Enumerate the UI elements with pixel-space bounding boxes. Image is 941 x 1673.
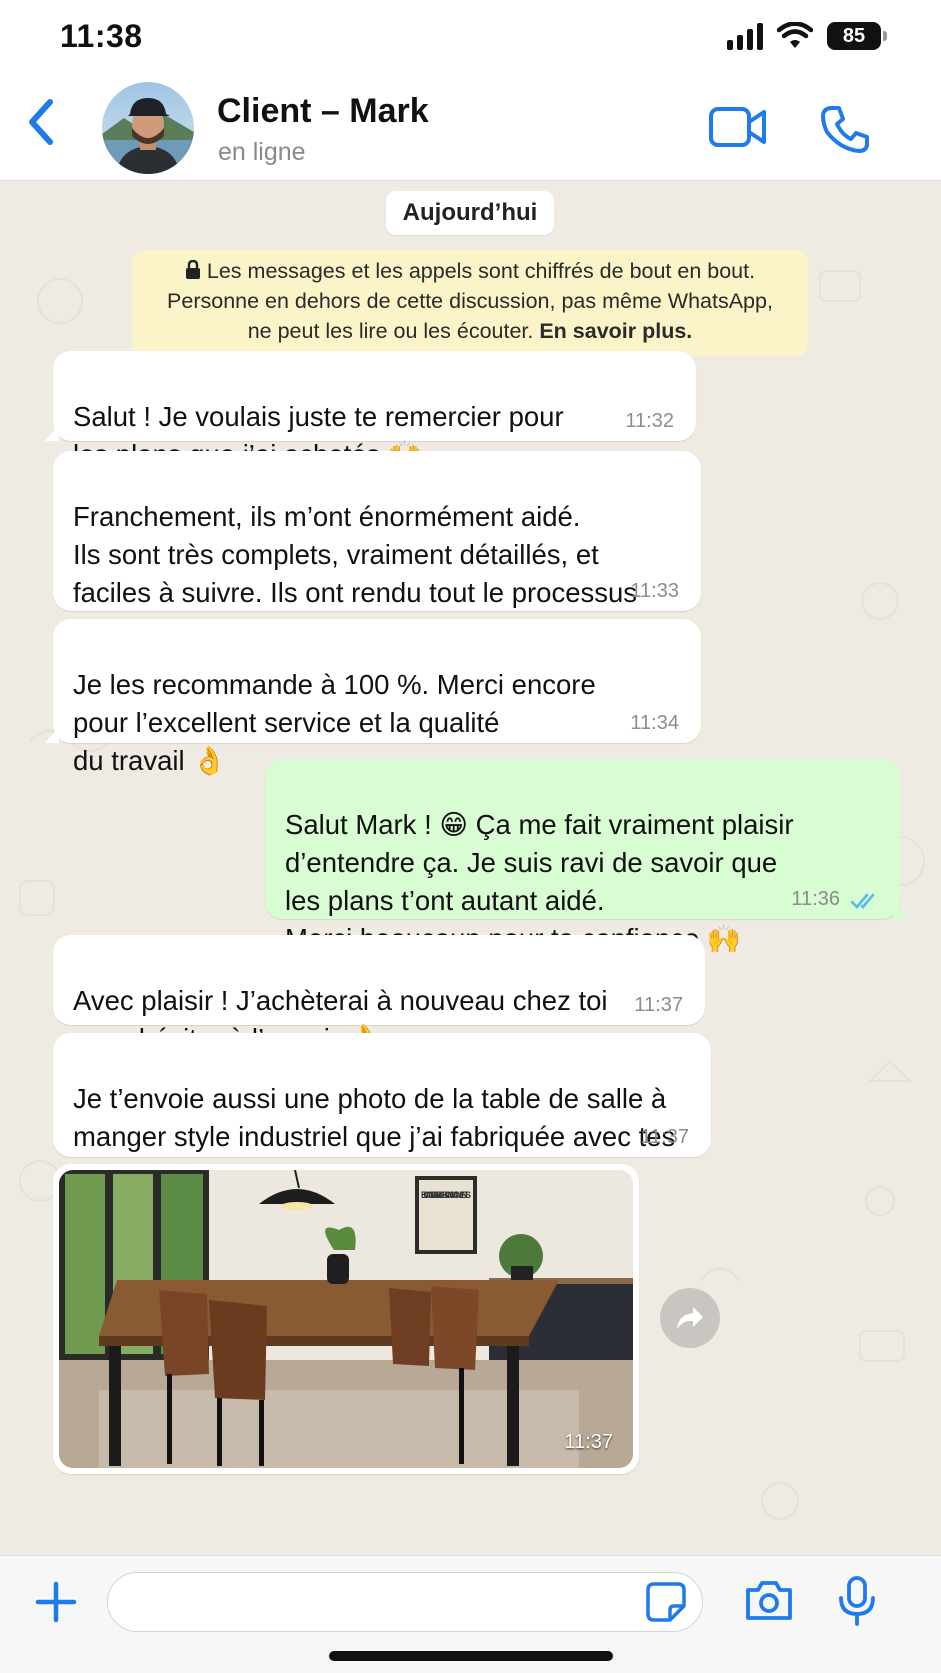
- message-outgoing[interactable]: Salut Mark ! 😁 Ça me fait vraiment plais…: [265, 759, 908, 954]
- date-separator: Aujourd’hui: [386, 191, 554, 235]
- back-chevron-icon[interactable]: [24, 96, 58, 148]
- photo-time: 11:37: [564, 1431, 613, 1453]
- avatar[interactable]: [102, 82, 194, 174]
- message-text: Salut Mark ! 😁 Ça me fait vraiment plais…: [285, 809, 794, 954]
- read-receipt-icon: [850, 893, 875, 909]
- cellular-signal-icon: [727, 22, 763, 50]
- encryption-line-1: Les messages et les appels sont chiffrés…: [206, 259, 756, 283]
- microphone-icon[interactable]: [838, 1576, 876, 1626]
- poster-text: BONNES TABLES BONS MOMENTS: [421, 1190, 471, 1200]
- message-incoming[interactable]: Franchement, ils m’ont énormément aidé. …: [53, 451, 701, 646]
- forward-arrow-icon: [677, 1307, 703, 1329]
- message-input[interactable]: [107, 1572, 703, 1632]
- phone-call-icon[interactable]: [820, 104, 870, 154]
- contact-status: en ligne: [218, 138, 306, 166]
- contact-name[interactable]: Client – Mark: [217, 92, 429, 131]
- home-indicator[interactable]: [329, 1651, 613, 1661]
- chat-header: Client – Mark en ligne: [0, 70, 941, 181]
- encryption-line-3: ne peut les lire ou les écouter.: [247, 319, 534, 343]
- status-icons: 85: [727, 22, 887, 50]
- sticker-icon[interactable]: [646, 1582, 686, 1622]
- message-time: 11:37: [640, 1126, 689, 1148]
- message-incoming[interactable]: Salut ! Je voulais juste te remercier po…: [45, 351, 696, 470]
- message-time: 11:33: [630, 580, 679, 602]
- learn-more-link[interactable]: En savoir plus.: [539, 319, 692, 343]
- chat-area[interactable]: Aujourd’hui Les messages et les appels s…: [0, 181, 941, 1555]
- message-incoming[interactable]: Je t’envoie aussi une photo de la table …: [53, 1033, 711, 1190]
- dining-table-photo[interactable]: BONNES TABLES BONS MOMENTS 11:37: [59, 1170, 633, 1468]
- status-time: 11:38: [60, 18, 143, 54]
- message-composer: [0, 1555, 941, 1673]
- message-time: 11:32: [625, 410, 674, 432]
- plus-icon[interactable]: [34, 1580, 78, 1624]
- message-incoming[interactable]: Je les recommande à 100 %. Merci encore …: [45, 619, 701, 776]
- encryption-line-2: Personne en dehors de cette discussion, …: [167, 289, 773, 313]
- lock-icon: [185, 259, 200, 279]
- status-bar: 11:38 85: [0, 0, 941, 70]
- encryption-notice[interactable]: Les messages et les appels sont chiffrés…: [132, 250, 808, 356]
- battery-indicator: 85: [827, 22, 887, 50]
- photo-message[interactable]: BONNES TABLES BONS MOMENTS 11:37: [53, 1164, 639, 1474]
- forward-button[interactable]: [660, 1288, 720, 1348]
- message-time: 11:37: [634, 994, 683, 1016]
- message-time: 11:34: [630, 712, 679, 734]
- wifi-icon: [777, 22, 813, 48]
- video-call-icon[interactable]: [708, 106, 768, 148]
- message-incoming[interactable]: Avec plaisir ! J’achèterai à nouveau che…: [53, 935, 705, 1054]
- message-time: 11:36: [791, 888, 840, 910]
- camera-icon[interactable]: [744, 1580, 794, 1622]
